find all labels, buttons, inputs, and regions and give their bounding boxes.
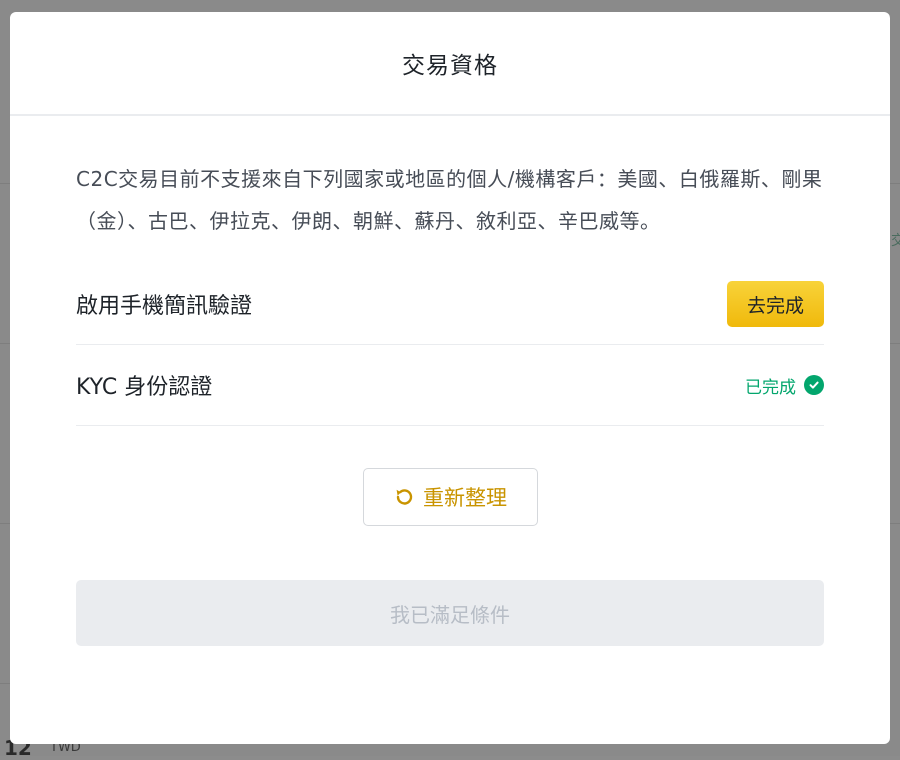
refresh-wrap: 重新整理	[76, 468, 824, 526]
completed-status: 已完成	[745, 373, 824, 398]
check-circle-icon	[804, 375, 824, 395]
completed-status-label: 已完成	[745, 377, 796, 398]
modal-title: 交易資格	[402, 53, 498, 79]
requirement-sms-verification: 啟用手機簡訊驗證 去完成	[76, 264, 824, 345]
requirement-kyc: KYC 身份認證 已完成	[76, 345, 824, 426]
refresh-icon	[393, 486, 415, 508]
refresh-button[interactable]: 重新整理	[362, 468, 538, 526]
go-complete-button[interactable]: 去完成	[727, 281, 824, 327]
modal-header: 交易資格	[10, 12, 890, 116]
bg-divider	[890, 183, 900, 184]
bg-divider	[890, 523, 900, 524]
restriction-notice: C2C交易目前不支援來自下列國家或地區的個人/機構客戶：美國、白俄羅斯、剛果（金…	[76, 167, 823, 233]
modal-body: C2C交易目前不支援來自下列國家或地區的個人/機構客戶：美國、白俄羅斯、剛果（金…	[10, 158, 890, 646]
refresh-label: 重新整理	[423, 486, 507, 510]
requirement-label: KYC 身份認證	[76, 375, 213, 400]
conditions-met-button[interactable]: 我已滿足條件	[76, 580, 824, 646]
bg-divider	[0, 343, 10, 344]
bg-divider	[0, 523, 10, 524]
bg-divider	[0, 183, 10, 184]
requirement-label: 啟用手機簡訊驗證	[76, 294, 253, 319]
bg-divider	[0, 683, 10, 684]
bg-divider	[890, 343, 900, 344]
trading-eligibility-modal: 交易資格 C2C交易目前不支援來自下列國家或地區的個人/機構客戶：美國、白俄羅斯…	[10, 12, 890, 744]
bg-edge-char: 交	[891, 233, 900, 249]
